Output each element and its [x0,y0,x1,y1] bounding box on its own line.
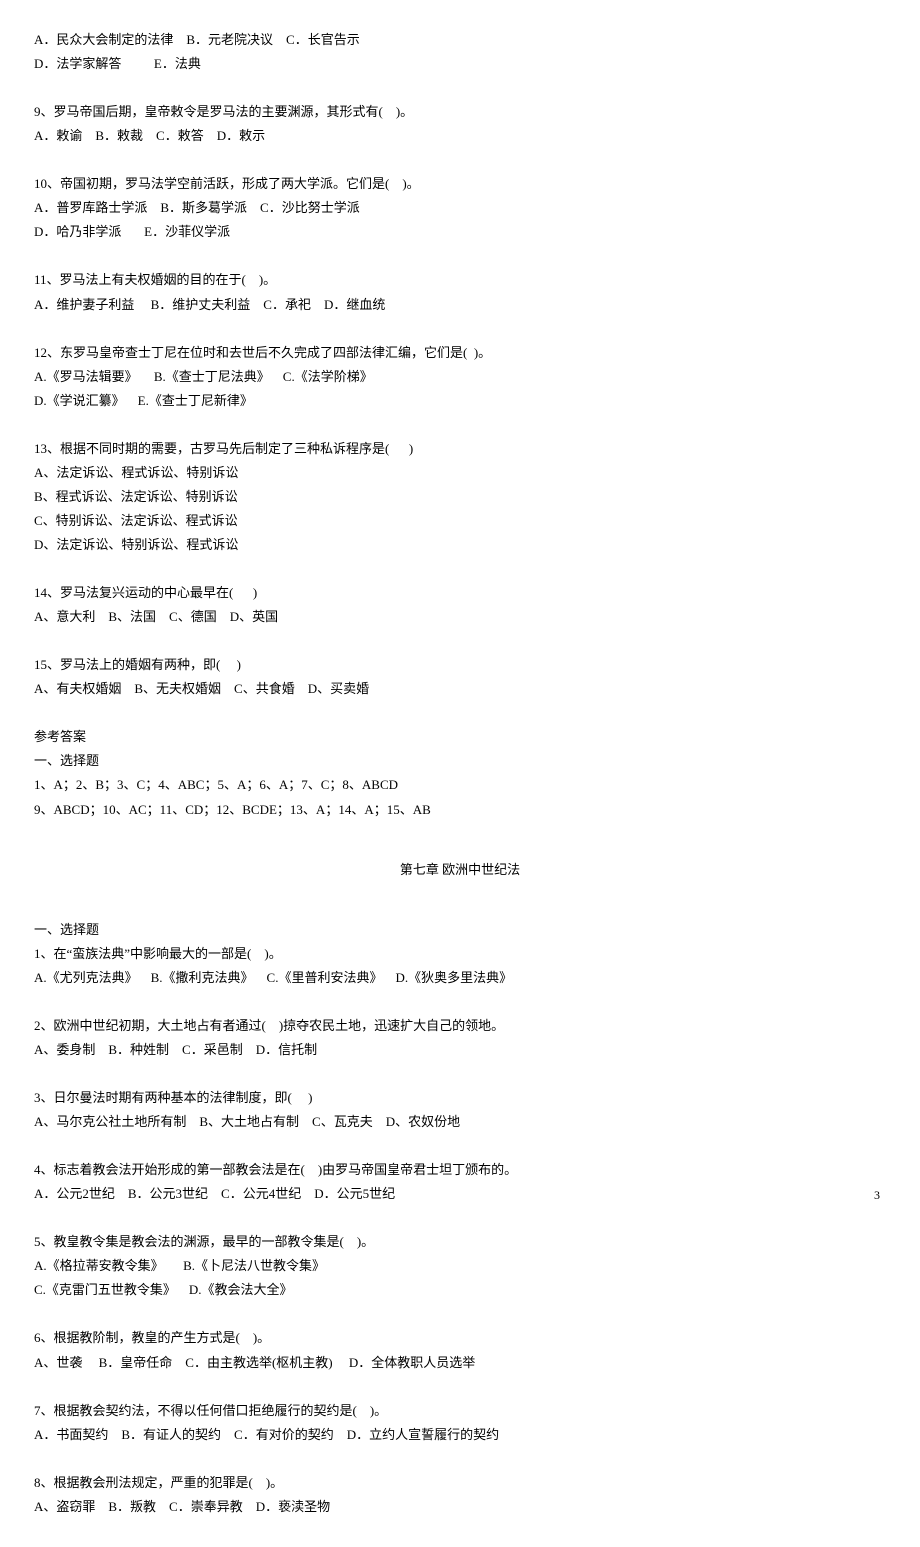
c8-options: A、盗窃罪 B．叛教 C．崇奉异教 D．亵渎圣物 [34,1495,886,1519]
q13-option-a: A、法定诉讼、程式诉讼、特别诉讼 [34,461,886,485]
q8-options-line1: A．民众大会制定的法律 B．元老院决议 C．长官告示 [34,28,886,52]
c2-stem: 2、欧洲中世纪初期，大土地占有者通过( )掠夺农民土地，迅速扩大自己的领地。 [34,1014,886,1038]
c1-options: A.《尤列克法典》 B.《撒利克法典》 C.《里普利安法典》 D.《狄奥多里法典… [34,966,886,990]
c8-stem: 8、根据教会刑法规定，严重的犯罪是( )。 [34,1471,886,1495]
section-1-title: 一、选择题 [34,918,886,942]
q13-option-d: D、法定诉讼、特别诉讼、程式诉讼 [34,533,886,557]
c6-stem: 6、根据教阶制，教皇的产生方式是( )。 [34,1326,886,1350]
q10-options-line2: D．哈乃非学派 E．沙菲仪学派 [34,220,886,244]
c2-options: A、委身制 B．种姓制 C．采邑制 D．信托制 [34,1038,886,1062]
c5-options-line1: A.《格拉蒂安教令集》 B.《卜尼法八世教令集》 [34,1254,886,1278]
q12-stem: 12、东罗马皇帝查士丁尼在位时和去世后不久完成了四部法律汇编，它们是( )。 [34,341,886,365]
q8-options-line2: D．法学家解答 E．法典 [34,52,886,76]
chapter-title: 第七章 欧洲中世纪法 [34,858,886,882]
q10-options-line1: A．普罗库路士学派 B．斯多葛学派 C．沙比努士学派 [34,196,886,220]
q14-stem: 14、罗马法复兴运动的中心最早在( ) [34,581,886,605]
c5-stem: 5、教皇教令集是教会法的渊源，最早的一部教令集是( )。 [34,1230,886,1254]
answers-section: 一、选择题 [34,749,886,773]
answers-line2: 9、ABCD；10、AC；11、CD；12、BCDE；13、A；14、A；15、… [34,798,886,822]
c7-stem: 7、根据教会契约法，不得以任何借口拒绝履行的契约是( )。 [34,1399,886,1423]
q11-options: A．维护妻子利益 B．维护丈夫利益 C．承祀 D．继血统 [34,293,886,317]
c6-options: A、世袭 B．皇帝任命 C．由主教选举(枢机主教) D．全体教职人员选举 [34,1351,886,1375]
answers-title: 参考答案 [34,725,886,749]
page-number: 3 [874,1184,880,1206]
c3-options: A、马尔克公社土地所有制 B、大土地占有制 C、瓦克夫 D、农奴份地 [34,1110,886,1134]
c4-options: A．公元2世纪 B．公元3世纪 C．公元4世纪 D．公元5世纪 [34,1182,886,1206]
q9-options: A．敕谕 B．敕裁 C．敕答 D．敕示 [34,124,886,148]
c5-options-line2: C.《克雷门五世教令集》 D.《教会法大全》 [34,1278,886,1302]
q12-options-line1: A.《罗马法辑要》 B.《查士丁尼法典》 C.《法学阶梯》 [34,365,886,389]
q15-stem: 15、罗马法上的婚姻有两种，即( ) [34,653,886,677]
q9-stem: 9、罗马帝国后期，皇帝敕令是罗马法的主要渊源，其形式有( )。 [34,100,886,124]
answers-line1: 1、A；2、B；3、C；4、ABC；5、A；6、A；7、C；8、ABCD [34,773,886,797]
q13-option-c: C、特别诉讼、法定诉讼、程式诉讼 [34,509,886,533]
c1-stem: 1、在“蛮族法典”中影响最大的一部是( )。 [34,942,886,966]
c7-options: A．书面契约 B．有证人的契约 C．有对价的契约 D．立约人宣誓履行的契约 [34,1423,886,1447]
q14-options: A、意大利 B、法国 C、德国 D、英国 [34,605,886,629]
q12-options-line2: D.《学说汇纂》 E.《查士丁尼新律》 [34,389,886,413]
q13-option-b: B、程式诉讼、法定诉讼、特别诉讼 [34,485,886,509]
q11-stem: 11、罗马法上有夫权婚姻的目的在于( )。 [34,268,886,292]
c4-stem: 4、标志着教会法开始形成的第一部教会法是在( )由罗马帝国皇帝君士坦丁颁布的。 [34,1158,886,1182]
q15-options: A、有夫权婚姻 B、无夫权婚姻 C、共食婚 D、买卖婚 [34,677,886,701]
q10-stem: 10、帝国初期，罗马法学空前活跃，形成了两大学派。它们是( )。 [34,172,886,196]
q13-stem: 13、根据不同时期的需要，古罗马先后制定了三种私诉程序是( ) [34,437,886,461]
c3-stem: 3、日尔曼法时期有两种基本的法律制度，即( ) [34,1086,886,1110]
